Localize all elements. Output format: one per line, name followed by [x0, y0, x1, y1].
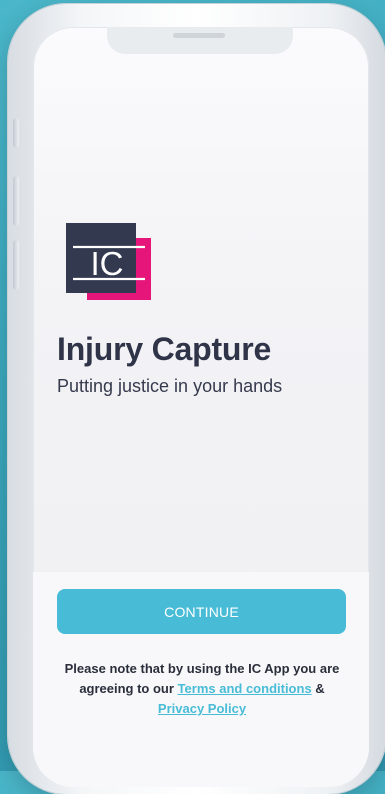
privacy-policy-link[interactable]: Privacy Policy [158, 701, 246, 716]
speaker-grille [173, 33, 225, 38]
terms-link[interactable]: Terms and conditions [178, 681, 312, 696]
app-title: Injury Capture [57, 331, 272, 367]
logo-text: IC [91, 245, 124, 282]
volume-up-button [13, 176, 19, 226]
volume-down-button [13, 240, 19, 290]
notch [107, 27, 293, 54]
continue-button[interactable]: CONTINUE [57, 589, 346, 634]
legal-separator: & [315, 681, 325, 696]
ic-logo: IC [66, 223, 151, 300]
app-tagline: Putting justice in your hands [57, 376, 283, 396]
legal-notice: Please note that by using the IC App you… [59, 659, 345, 719]
phone-screen: IC Injury Capture Putting justice in you… [33, 27, 369, 787]
mute-switch [13, 118, 19, 148]
